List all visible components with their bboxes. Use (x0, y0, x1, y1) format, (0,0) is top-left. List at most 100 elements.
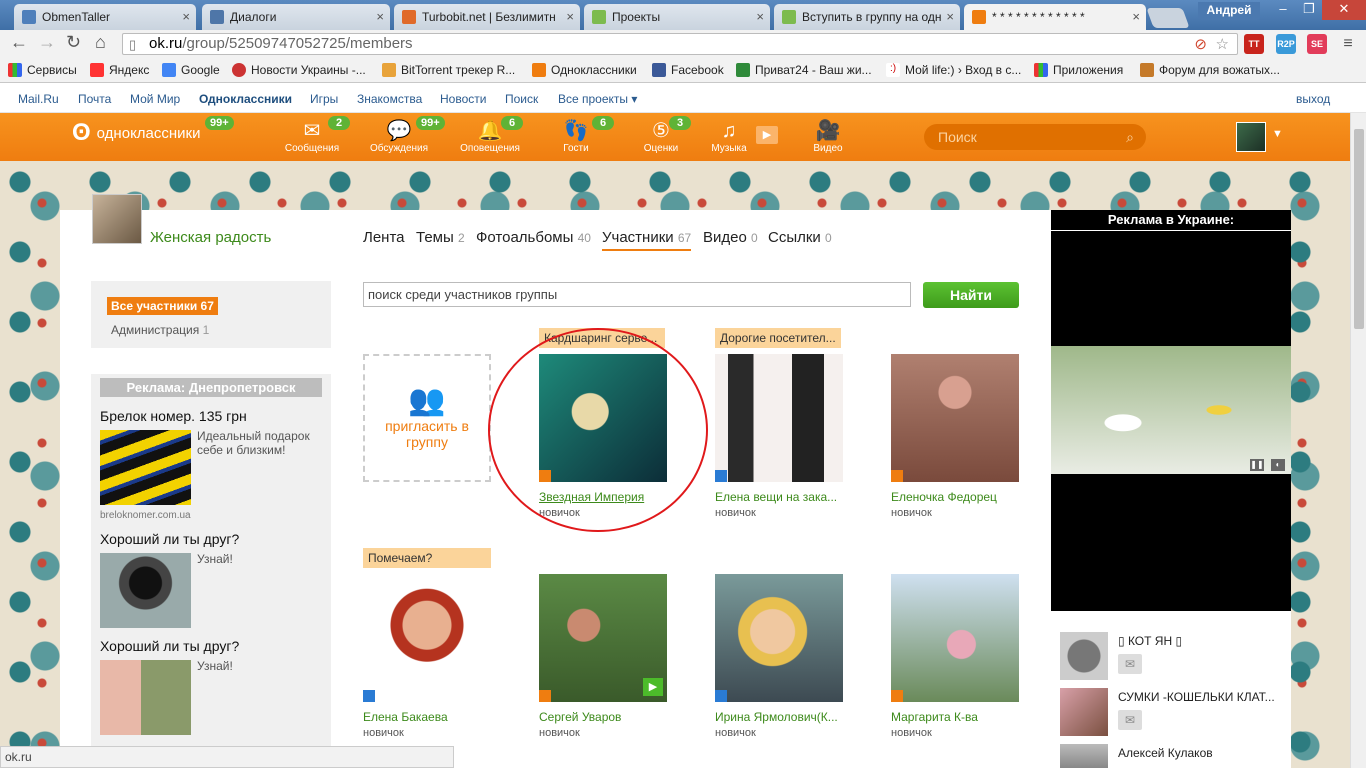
bookmark-yandex[interactable]: Яндекс (90, 63, 149, 77)
chevron-down-icon[interactable]: ▼ (1272, 128, 1283, 140)
member-search-input[interactable]: поиск среди участников группы (363, 282, 911, 307)
browser-profile-name[interactable]: Андрей (1198, 2, 1260, 20)
ad-text[interactable]: Узнай! (197, 552, 327, 566)
ad-image[interactable] (100, 553, 191, 628)
user-avatar[interactable] (1236, 122, 1266, 152)
member-card[interactable]: Ирина Ярмолович(К... новичок (715, 574, 843, 739)
tab-video[interactable]: Видео 0 (703, 229, 758, 246)
ad-source[interactable]: breloknomer.com.ua (100, 510, 191, 521)
portal-link-news[interactable]: Новости (440, 92, 486, 106)
member-name[interactable]: Елена Бакаева (363, 710, 491, 724)
bookmark-apps[interactable]: Приложения (1034, 63, 1123, 77)
tab-feed[interactable]: Лента (363, 229, 405, 246)
friend-name[interactable]: СУМКИ -КОШЕЛЬКИ КЛАТ... (1118, 690, 1275, 704)
ad-image[interactable] (100, 430, 191, 505)
bookmark-forum[interactable]: Форум для вожатых... (1140, 63, 1280, 77)
bookmark-life[interactable]: :) Мой life:) › Вход в с... (886, 63, 1021, 77)
friend-avatar[interactable] (1060, 744, 1108, 768)
blocked-icon[interactable]: ⊘ (1194, 35, 1207, 55)
friend-name[interactable]: ▯ КОТ ЯН ▯ (1118, 634, 1182, 648)
bookmark-google[interactable]: Google (162, 63, 220, 77)
ad-image[interactable] (100, 660, 191, 735)
friend-avatar[interactable] (1060, 632, 1108, 680)
member-card[interactable]: Елена вещи на зака... новичок (715, 354, 843, 519)
tab-links[interactable]: Ссылки 0 (768, 229, 832, 246)
play-icon[interactable]: ▶ (643, 678, 663, 696)
bookmark-bittorrent[interactable]: BitTorrent трекер R... (382, 63, 515, 77)
nav-music[interactable]: ♫ Музыка (694, 119, 764, 155)
nav-video[interactable]: 🎥 Видео (793, 119, 863, 155)
find-button[interactable]: Найти (923, 282, 1019, 308)
member-card[interactable]: Елена Бакаева новичок (363, 574, 491, 739)
scrollbar-thumb[interactable] (1354, 129, 1364, 329)
tab-close-icon[interactable]: × (376, 9, 384, 24)
search-icon[interactable]: ⌕ (1126, 124, 1134, 150)
member-photo[interactable] (891, 354, 1019, 482)
play-icon[interactable]: ▶ (756, 126, 778, 144)
portal-link-search[interactable]: Поиск (505, 92, 538, 106)
portal-link-dating[interactable]: Знакомства (357, 92, 422, 106)
extension-tt-icon[interactable]: TT (1244, 34, 1264, 54)
tab-members[interactable]: Участники 67 (602, 229, 692, 251)
browser-tab-6-active[interactable]: * * * * * * * * * * * * × (964, 4, 1146, 30)
ad-headline[interactable]: Хороший ли ты друг? (100, 531, 239, 547)
portal-link-mail[interactable]: Почта (78, 92, 111, 106)
friend-avatar[interactable] (1060, 688, 1108, 736)
member-card[interactable]: ▶ Сергей Уваров новичок (539, 574, 667, 739)
extension-r2p-icon[interactable]: R2P (1276, 34, 1296, 54)
invite-to-group-button[interactable]: 👥 пригласить в группу (363, 354, 491, 482)
extension-se-icon[interactable]: SE (1307, 34, 1327, 54)
bookmark-services[interactable]: Сервисы (8, 63, 77, 77)
member-name[interactable]: Маргарита К-ва (891, 710, 1019, 724)
reload-icon[interactable]: ↻ (66, 32, 81, 53)
member-photo[interactable] (715, 354, 843, 482)
send-message-icon[interactable]: ✉ (1118, 654, 1142, 674)
ad-text[interactable]: Узнай! (197, 659, 327, 673)
site-search-input[interactable]: Поиск ⌕ (924, 124, 1146, 150)
tab-close-icon[interactable]: × (756, 9, 764, 24)
friend-name[interactable]: Алексей Кулаков (1118, 746, 1213, 760)
send-message-icon[interactable]: ✉ (1118, 710, 1142, 730)
restore-icon[interactable]: ❐ (1296, 0, 1322, 20)
new-tab-button[interactable] (1146, 8, 1190, 28)
member-photo[interactable] (891, 574, 1019, 702)
ad-headline[interactable]: Хороший ли ты друг? (100, 638, 239, 654)
ad-headline[interactable]: Брелок номер. 135 грн (100, 408, 247, 424)
video-ad-frame[interactable] (1051, 346, 1291, 474)
minimize-icon[interactable]: – (1270, 0, 1296, 20)
browser-tab-2[interactable]: Диалоги × (202, 4, 390, 30)
bookmark-odnoklassniki[interactable]: Одноклассники (532, 63, 637, 77)
member-card[interactable]: Маргарита К-ва новичок (891, 574, 1019, 739)
portal-link-games[interactable]: Игры (310, 92, 338, 106)
portal-all-projects[interactable]: Все проекты ▾ (558, 92, 637, 106)
close-window-icon[interactable]: ✕ (1322, 0, 1366, 20)
tab-topics[interactable]: Темы 2 (416, 229, 465, 246)
member-photo[interactable] (363, 574, 491, 702)
tab-close-icon[interactable]: × (946, 9, 954, 24)
pause-icon[interactable]: ❚❚ (1250, 459, 1264, 471)
portal-link-ok[interactable]: Одноклассники (199, 92, 292, 106)
back-icon[interactable]: ← (10, 32, 28, 53)
portal-link-mailru[interactable]: Mail.Ru (18, 92, 59, 106)
browser-tab-5[interactable]: Вступить в группу на одн × (774, 4, 960, 30)
portal-link-myworld[interactable]: Мой Мир (130, 92, 180, 106)
member-name[interactable]: Сергей Уваров (539, 710, 667, 724)
browser-tab-1[interactable]: ObmenTaller × (14, 4, 196, 30)
logout-link[interactable]: выход (1296, 92, 1330, 106)
tab-close-icon[interactable]: × (566, 9, 574, 24)
member-name[interactable]: Ирина Ярмолович(К... (715, 710, 843, 724)
bookmark-privat24[interactable]: Приват24 - Ваш жи... (736, 63, 872, 77)
group-avatar[interactable] (92, 194, 142, 244)
tab-close-icon[interactable]: × (1132, 9, 1140, 24)
scrollbar[interactable] (1350, 113, 1366, 768)
member-card[interactable]: Еленочка Федорец новичок (891, 354, 1019, 519)
member-photo[interactable]: ▶ (539, 574, 667, 702)
member-name[interactable]: Елена вещи на зака... (715, 490, 843, 504)
group-name[interactable]: Женская радость (150, 229, 271, 246)
mute-icon[interactable]: ◐ (1271, 459, 1285, 471)
filter-all-members[interactable]: Все участники 67 (107, 297, 218, 315)
member-photo[interactable] (715, 574, 843, 702)
forward-icon[interactable]: → (38, 32, 56, 53)
address-bar[interactable]: ▯ ok.ru/group/52509747052725/members ⊘ ☆ (122, 33, 1238, 55)
bookmark-facebook[interactable]: Facebook (652, 63, 724, 77)
